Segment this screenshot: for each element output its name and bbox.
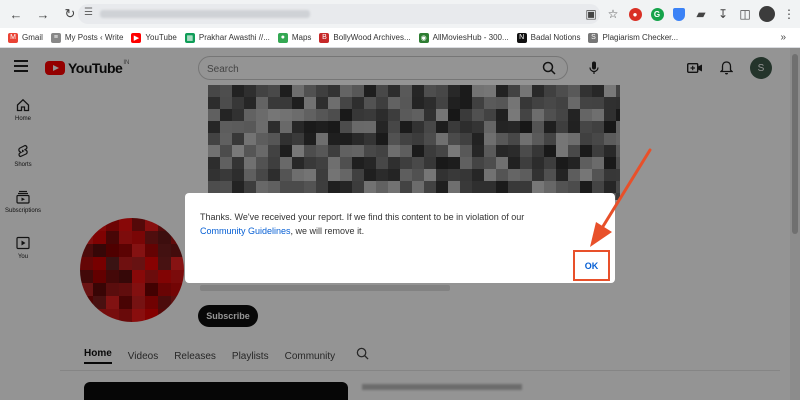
bookmark-bollywood[interactable]: B BollyWood Archives...	[319, 32, 411, 43]
browser-toolbar: ← → ↻ ☰ ▣ ☆ ● G ▰ ↧ ◫ ⋮	[0, 0, 800, 28]
grammarly-icon[interactable]: G	[646, 4, 668, 24]
bookmark-badal-notions[interactable]: N Badal Notions	[516, 32, 581, 43]
report-confirmation-dialog: Thanks. We've received your report. If w…	[185, 193, 615, 283]
ok-button[interactable]: OK	[573, 250, 610, 281]
bookmark-label: Badal Notions	[530, 33, 581, 42]
dialog-message-text-end: , we will remove it.	[290, 226, 365, 236]
youtube-icon: ▶	[131, 32, 142, 43]
sst-icon: S	[588, 32, 599, 43]
notion-icon: N	[516, 32, 527, 43]
bw-icon: B	[319, 32, 330, 43]
maps-pin-icon: ●	[277, 32, 288, 43]
toolbar-icons: ▣ ☆ ● G ▰ ↧ ◫ ⋮	[580, 4, 800, 24]
bookmark-maps[interactable]: ● Maps	[277, 32, 312, 43]
dialog-message: Thanks. We've received your report. If w…	[200, 210, 570, 238]
bookmark-label: Plagiarism Checker...	[602, 33, 679, 42]
bookmarks-overflow-icon[interactable]: »	[780, 32, 786, 43]
shield-extension-icon[interactable]	[668, 4, 690, 24]
dialog-message-text: Thanks. We've received your report. If w…	[200, 212, 525, 222]
grid-icon: ▦	[184, 32, 195, 43]
download-icon[interactable]: ↧	[712, 4, 734, 24]
address-bar[interactable]: ☰	[78, 4, 600, 24]
ok-button-label: OK	[584, 260, 599, 271]
bookmark-prakhar[interactable]: ▦ Prakhar Awasthi //...	[184, 32, 270, 43]
star-bookmark-icon[interactable]: ☆	[602, 4, 624, 24]
bookmarks-bar: M Gmail ≡ My Posts ‹ Write ▶ YouTube ▦ Prakh…	[0, 28, 800, 48]
extension-red-icon[interactable]: ●	[624, 4, 646, 24]
bookmark-label: Prakhar Awasthi //...	[198, 33, 270, 42]
blurred-url	[100, 10, 310, 18]
bookmark-gmail[interactable]: M Gmail	[8, 32, 43, 43]
cast-icon[interactable]: ▣	[580, 4, 602, 24]
bookmark-label: Maps	[291, 33, 312, 42]
side-panel-icon[interactable]: ◫	[734, 4, 756, 24]
site-info-icon[interactable]: ☰	[84, 7, 93, 18]
bookmark-label: AllMoviesHub - 300...	[432, 33, 509, 42]
globe-icon: ◉	[418, 32, 429, 43]
forward-arrow-icon[interactable]: →	[32, 3, 54, 25]
more-menu-icon[interactable]: ⋮	[778, 4, 800, 24]
bookmark-label: My Posts ‹ Write	[64, 33, 124, 42]
bookmark-youtube[interactable]: ▶ YouTube	[131, 32, 177, 43]
community-guidelines-link[interactable]: Community Guidelines	[200, 226, 291, 236]
feed-icon: ≡	[50, 32, 61, 43]
bookmark-plagiarism[interactable]: S Plagiarism Checker...	[588, 32, 679, 43]
bookmark-label: YouTube	[145, 33, 177, 42]
extensions-puzzle-icon[interactable]: ▰	[690, 4, 712, 24]
bookmark-label: BollyWood Archives...	[333, 33, 411, 42]
back-arrow-icon[interactable]: ←	[5, 3, 27, 25]
profile-icon[interactable]	[756, 4, 778, 24]
bookmark-label: Gmail	[22, 33, 43, 42]
bookmark-my-posts[interactable]: ≡ My Posts ‹ Write	[50, 32, 124, 43]
mail-icon: M	[8, 32, 18, 43]
bookmark-allmovieshub[interactable]: ◉ AllMoviesHub - 300...	[418, 32, 509, 43]
